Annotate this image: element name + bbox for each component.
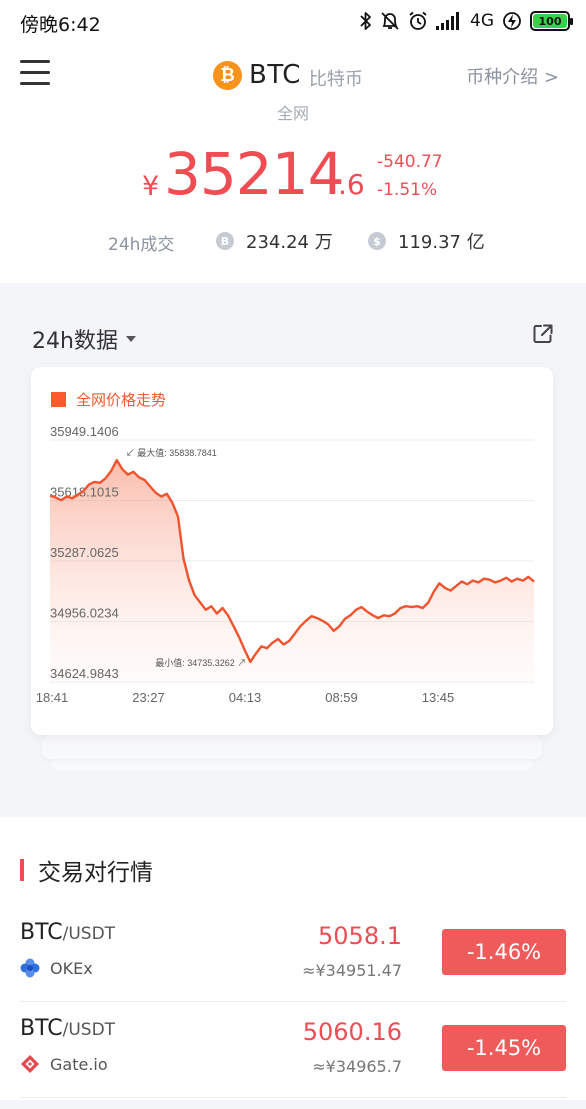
pair-base: BTC: [20, 920, 63, 945]
price-chart[interactable]: 35949.1406 35618.1015 35287.0625 34956.0234…: [31, 367, 553, 735]
coin-title: ₿ BTC 比特币: [213, 58, 363, 92]
network-type: 4G: [470, 11, 494, 31]
exchange-name: Gate.io: [50, 1054, 108, 1074]
alarm-icon: [409, 11, 427, 30]
svg-text:↙ 最大值: 35838.7841: ↙ 最大值: 35838.7841: [126, 447, 217, 458]
card-stack-middle: [42, 735, 542, 759]
svg-text:最小值: 34735.3262 ↗: 最小值: 34735.3262 ↗: [155, 657, 246, 668]
battery-icon: 100: [530, 11, 573, 31]
battery-level: 100: [533, 14, 567, 28]
x-tick-label: 08:59: [325, 690, 358, 705]
status-bar: 傍晚6:42 4G 100: [0, 0, 586, 44]
menu-button[interactable]: [20, 60, 50, 88]
dollar-coin-icon: $: [368, 232, 386, 250]
chart-max-marker: ↙ 最大值: 35838.7841: [126, 447, 217, 458]
gateio-icon: [21, 1055, 39, 1073]
bitcoin-icon: ₿: [213, 60, 242, 90]
y-tick-label: 35287.0625: [50, 545, 119, 560]
x-tick-label: 13:45: [422, 690, 455, 705]
coin-intro-link[interactable]: 币种介绍 >: [466, 63, 559, 89]
period-label: 24h数据: [32, 329, 118, 354]
share-icon[interactable]: [532, 323, 554, 345]
volume-label: 24h成交: [108, 235, 175, 255]
title-accent-bar: [20, 859, 24, 881]
pairs-title-text: 交易对行情: [38, 860, 153, 886]
pair-cny-price: ≈¥34951.47: [302, 961, 402, 980]
charging-icon: [503, 12, 521, 30]
coin-name-cn: 比特币: [308, 69, 363, 90]
period-selector[interactable]: 24h数据: [32, 323, 136, 355]
coin-symbol: BTC: [249, 60, 301, 90]
cny-volume: $ 119.37 亿: [368, 228, 485, 254]
volume-row: 24h成交 B 234.24 万 $ 119.37 亿: [108, 228, 528, 255]
pair-cny-price: ≈¥34965.7: [312, 1057, 402, 1076]
dnd-off-icon: [381, 12, 399, 30]
pair-base: BTC: [20, 1016, 63, 1041]
chart-min-marker: 最小值: 34735.3262 ↗: [155, 657, 246, 668]
okex-icon: [20, 958, 40, 978]
pairs-section: 交易对行情 BTC/USDT OKEx 5058.1 ≈¥34951.47 -1…: [0, 817, 586, 1109]
change-absolute: -540.77: [377, 152, 443, 172]
pair-exchange: Gate.io: [20, 1054, 108, 1074]
price-decimal: .6: [338, 168, 365, 201]
bluetooth-icon: [360, 12, 371, 30]
price-integer: 35214: [164, 140, 345, 208]
market-scope[interactable]: 全网: [0, 100, 586, 124]
pair-quote: /USDT: [62, 924, 116, 944]
x-tick-label: 18:41: [36, 690, 69, 705]
menu-icon: [20, 60, 50, 63]
bottom-strip: [0, 1100, 586, 1109]
pair-symbol: BTC/USDT: [20, 920, 115, 945]
chart-area-fill: [50, 460, 534, 682]
exchange-name: OKEx: [50, 958, 93, 978]
x-tick-label: 23:27: [132, 690, 165, 705]
pair-price: 5058.1: [318, 922, 402, 950]
status-icons: 4G 100: [360, 9, 573, 33]
status-time: 傍晚6:42: [20, 14, 101, 36]
price-currency: ¥: [142, 171, 160, 202]
cny-volume-value: 119.37 亿: [398, 232, 485, 253]
price-chart-card: 全网价格走势 35949.1406 35618.1015 35287.0625 349…: [31, 367, 553, 735]
pair-change-badge[interactable]: -1.45%: [442, 1025, 566, 1071]
x-tick-label: 04:13: [229, 690, 262, 705]
change-percent: -1.51%: [377, 180, 438, 200]
pair-row[interactable]: BTC/USDT Gate.io 5060.16 ≈¥34965.7 -1.45…: [0, 1002, 586, 1098]
price-change: -540.77 -1.51%: [377, 148, 443, 204]
btc-volume: B 234.24 万: [216, 228, 333, 254]
pair-exchange: OKEx: [20, 958, 93, 978]
pairs-section-title: 交易对行情: [20, 853, 153, 887]
y-tick-label: 35618.1015: [50, 485, 119, 500]
pair-row[interactable]: BTC/USDT OKEx 5058.1 ≈¥34951.47 -1.46%: [0, 906, 586, 1002]
y-tick-label: 34624.9843: [50, 666, 119, 681]
btc-volume-value: 234.24 万: [246, 232, 333, 253]
pair-price: 5060.16: [302, 1018, 402, 1046]
pair-change-badge[interactable]: -1.46%: [442, 929, 566, 975]
pair-symbol: BTC/USDT: [20, 1016, 115, 1041]
y-tick-label: 35949.1406: [50, 424, 119, 439]
chart-section: 24h数据 全网价格走势 35949.1406 35618.1015 35287.0…: [0, 283, 586, 817]
caret-down-icon: [125, 336, 136, 342]
pair-quote: /USDT: [62, 1020, 116, 1040]
row-divider: [20, 1097, 566, 1098]
signal-icon: [436, 12, 459, 30]
y-tick-label: 34956.0234: [50, 606, 119, 621]
btc-coin-icon: B: [216, 232, 234, 250]
